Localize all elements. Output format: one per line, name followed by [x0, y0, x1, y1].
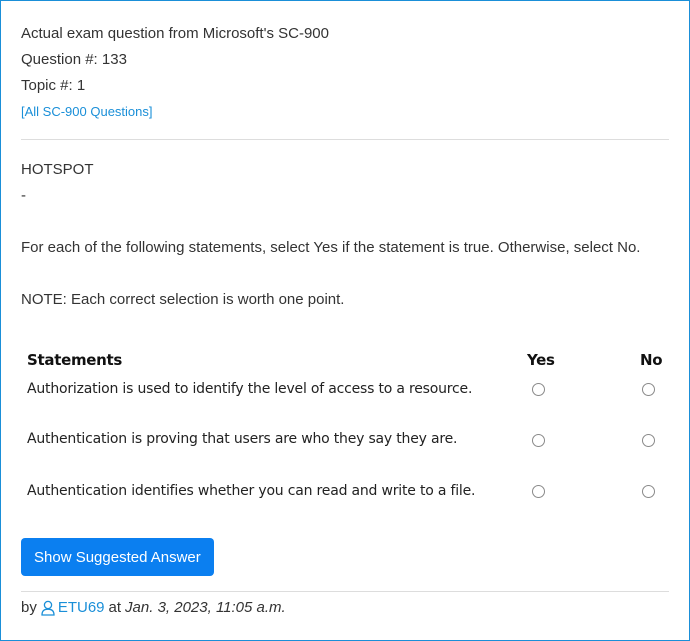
author-name: ETU69 [57, 599, 105, 616]
statements-header: Statements [27, 351, 123, 369]
question-number: Question #: 133 [21, 51, 127, 68]
radio-yes-1-icon[interactable] [532, 383, 545, 396]
radio-yes-2-icon[interactable] [532, 434, 545, 447]
topic-number: Topic #: 1 [21, 77, 86, 94]
user-icon [41, 600, 55, 616]
yes-header: Yes [527, 351, 555, 369]
question-header: Actual exam question from Microsoft's SC… [21, 21, 329, 125]
statement-1: Authorization is used to identify the le… [27, 381, 473, 397]
question-separator: - [21, 187, 26, 204]
header-divider [21, 139, 669, 140]
no-header: No [640, 351, 663, 369]
question-instruction: For each of the following statements, se… [21, 239, 641, 256]
post-meta: by ETU69 at Jan. 3, 2023, 11:05 a.m. [21, 599, 286, 616]
exam-title: Actual exam question from Microsoft's SC… [21, 25, 329, 42]
question-note: NOTE: Each correct selection is worth on… [21, 291, 345, 308]
footer-divider [21, 591, 669, 592]
question-card: Actual exam question from Microsoft's SC… [0, 0, 690, 641]
question-type: HOTSPOT [21, 161, 94, 178]
show-suggested-answer-button[interactable]: Show Suggested Answer [21, 538, 214, 576]
post-date: Jan. 3, 2023, 11:05 a.m. [125, 599, 286, 616]
at-label: at [108, 599, 122, 616]
radio-no-3-icon[interactable] [642, 485, 655, 498]
radio-yes-3-icon[interactable] [532, 485, 545, 498]
all-questions-link[interactable]: [All SC-900 Questions] [21, 104, 153, 119]
radio-no-1-icon[interactable] [642, 383, 655, 396]
radio-no-2-icon[interactable] [642, 434, 655, 447]
statement-2: Authentication is proving that users are… [27, 431, 458, 447]
author-link[interactable]: ETU69 [37, 599, 105, 616]
statement-3: Authentication identifies whether you ca… [27, 483, 476, 499]
by-label: by [21, 599, 37, 616]
